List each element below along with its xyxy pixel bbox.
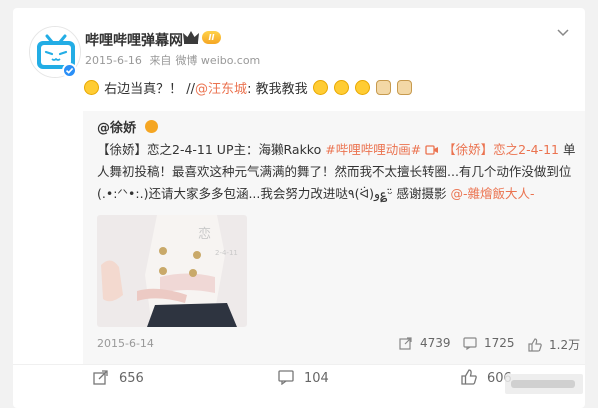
post-author-name[interactable]: 哔哩哔哩弹幕网 xyxy=(85,30,183,50)
laughing-emoji-icon xyxy=(355,80,370,95)
repost-button[interactable]: 656 xyxy=(93,369,144,386)
post-text-part: 右边当真？！ // xyxy=(104,82,196,97)
chevron-down-icon[interactable] xyxy=(556,28,570,38)
video-link[interactable]: 【徐娇】恋之2-4-11 xyxy=(439,142,559,157)
mention-link[interactable]: @汪东城 xyxy=(195,82,247,97)
verified-badge-icon xyxy=(62,63,77,78)
post-date[interactable]: 2015-6-16 xyxy=(85,54,142,67)
comment-icon xyxy=(463,337,477,351)
text-segment: 单 xyxy=(558,142,576,157)
post-text-part: : 教我教我 xyxy=(247,82,308,97)
like-icon xyxy=(528,338,542,352)
repost-icon xyxy=(93,370,108,385)
emoji-icon xyxy=(312,80,328,95)
text-line: 人舞初投稿！最喜欢这种元气满满的舞了！然而我不太擅长转圈...有几个动作没做到位 xyxy=(97,164,572,179)
post-meta: 2015-6-16 来自 微博 weibo.com xyxy=(85,52,264,68)
emoji-icon xyxy=(333,80,349,95)
verified-badge-icon xyxy=(145,120,158,133)
text-segment: 【徐娇】恋之2-4-11 UP主：海獭Rakko xyxy=(97,142,326,157)
surprised-emoji-icon xyxy=(84,80,99,95)
repost-icon xyxy=(399,337,412,350)
thumbnail-subtitle: 2-4-11 xyxy=(215,249,238,257)
watermark-blur xyxy=(511,380,575,388)
action-bar-divider xyxy=(13,364,585,365)
post-text: 右边当真？！ //@汪东城: 教我教我 xyxy=(83,80,413,100)
original-repost-button[interactable]: 4739 xyxy=(399,336,451,350)
like-icon xyxy=(461,369,477,385)
video-link-icon xyxy=(425,145,439,155)
thumbnail-image xyxy=(97,215,247,327)
post-source-prefix: 来自 xyxy=(149,54,172,67)
thumbnail-title: 恋 xyxy=(198,227,212,242)
original-author[interactable]: @徐娇 xyxy=(97,117,136,136)
comment-count: 104 xyxy=(304,371,329,386)
post-source: 微博 weibo.com xyxy=(175,54,261,67)
original-post-date[interactable]: 2015-6-14 xyxy=(97,337,154,350)
original-comment-count: 1725 xyxy=(484,336,515,350)
original-like-count: 1.2万 xyxy=(549,338,581,352)
dog-emoji-icon xyxy=(397,80,413,95)
vip-level-badge[interactable]: II xyxy=(202,31,221,44)
hashtag-link[interactable]: #哔哩哔哩动画# xyxy=(325,142,421,157)
cat-emoji-icon xyxy=(376,80,392,95)
original-comment-button[interactable]: 1725 xyxy=(463,336,515,351)
watermark-overlay xyxy=(505,374,583,394)
repost-count: 656 xyxy=(119,371,144,386)
weibo-post-card: 哔哩哔哩弹幕网 II 2015-6-16 来自 微博 weibo.com 右边当真… xyxy=(13,8,585,408)
comment-button[interactable]: 104 xyxy=(278,369,329,386)
mention-link[interactable]: @-雜燴飯大人- xyxy=(450,186,534,201)
original-like-button[interactable]: 1.2万 xyxy=(528,336,580,353)
text-segment: (.•:ᐟᐠ•:.)还请大家多多包涵...我会努力改进哒٩(ᐛ)و؏ᵕ̈ 感谢摄… xyxy=(97,186,451,201)
reposted-content: @徐娇 【徐娇】恋之2-4-11 UP主：海獭Rakko #哔哩哔哩动画# 【徐… xyxy=(83,111,585,365)
original-post-text: 【徐娇】恋之2-4-11 UP主：海獭Rakko #哔哩哔哩动画# 【徐娇】恋之… xyxy=(97,139,579,205)
video-thumbnail[interactable]: 恋 2-4-11 xyxy=(97,215,247,327)
original-repost-count: 4739 xyxy=(420,336,451,350)
comment-icon xyxy=(278,370,294,386)
crown-icon xyxy=(183,31,199,44)
